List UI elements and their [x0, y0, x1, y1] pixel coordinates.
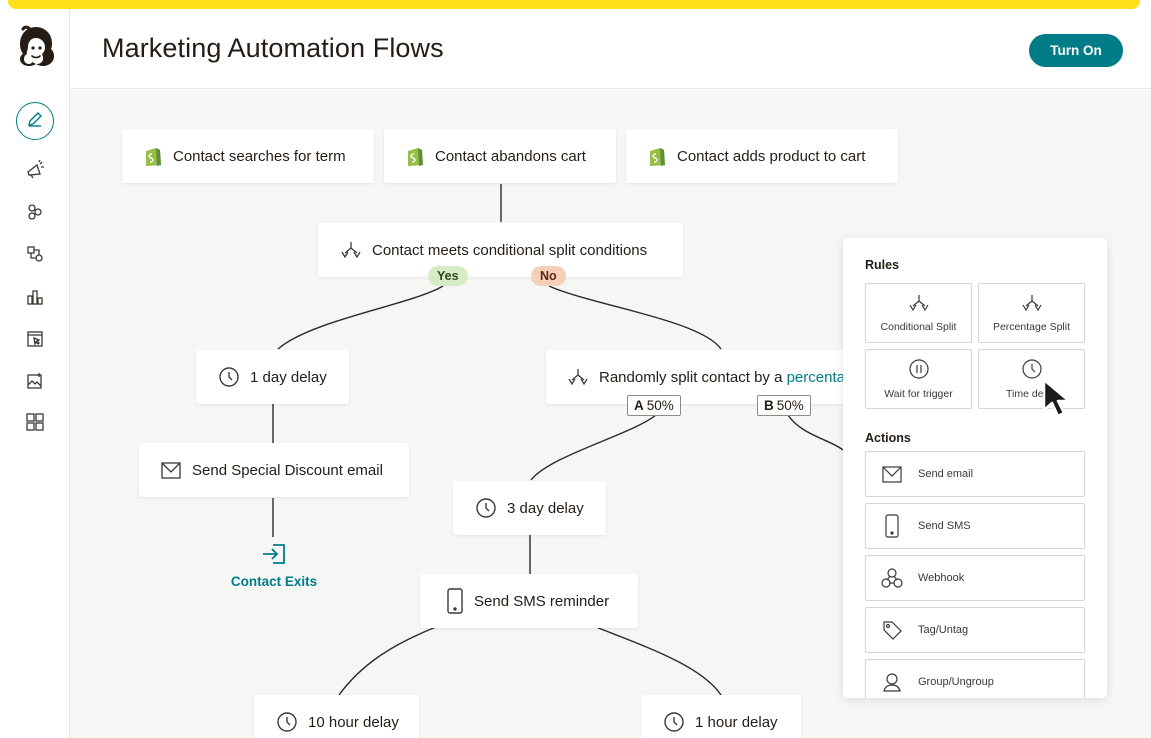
action-label: Group/Ungroup	[918, 676, 994, 688]
trigger-label: Contact abandons cart	[435, 147, 586, 165]
connector-sms-to-1hour	[595, 626, 722, 696]
website-icon	[25, 329, 45, 354]
sidebar-item-analytics[interactable]	[22, 286, 48, 312]
mailchimp-logo-icon[interactable]	[14, 23, 58, 71]
split-icon	[908, 293, 930, 321]
sidebar	[0, 9, 70, 738]
page-title: Marketing Automation Flows	[102, 33, 444, 63]
branch-b-tag: B 50%	[757, 395, 811, 416]
action-label: Send email	[918, 468, 974, 480]
trigger-node-abandon[interactable]: Contact abandons cart	[384, 129, 616, 183]
rule-conditional-split[interactable]: Conditional Split	[865, 283, 972, 343]
shopify-icon	[405, 145, 425, 167]
delay-node-1-hour[interactable]: 1 hour delay	[641, 695, 801, 738]
trigger-node-search[interactable]: Contact searches for term	[122, 129, 374, 183]
send-email-node[interactable]: Send Special Discount email	[139, 443, 409, 497]
rule-label: Wait for trigger	[884, 388, 953, 400]
clock-icon	[276, 711, 298, 733]
rule-label: Conditional Split	[880, 321, 957, 333]
shopify-icon	[143, 145, 163, 167]
rules-panel: Rules Conditional Split Percentage Split…	[843, 238, 1107, 698]
action-tag-untag[interactable]: Tag/Untag	[865, 607, 1085, 653]
action-label: Send SMS	[918, 520, 971, 532]
send-sms-node[interactable]: Send SMS reminder	[420, 574, 638, 628]
delay-node-1-day[interactable]: 1 day delay	[196, 350, 349, 404]
mail-icon	[866, 464, 918, 484]
turn-on-button[interactable]: Turn On	[1029, 34, 1123, 67]
mouse-cursor-icon	[1040, 376, 1074, 425]
sidebar-item-campaigns[interactable]	[22, 159, 48, 185]
rule-label: Percentage Split	[992, 321, 1071, 333]
sidebar-item-audience[interactable]	[22, 201, 48, 227]
exit-icon	[229, 543, 319, 568]
connector-a-to-3day	[530, 414, 657, 481]
action-label: Webhook	[918, 572, 965, 584]
no-branch-badge: No	[531, 266, 566, 286]
content-icon	[25, 371, 45, 396]
split-icon	[567, 367, 589, 387]
clock-icon	[663, 711, 685, 733]
actions-heading: Actions	[865, 431, 911, 445]
connector-yes-to-1day	[277, 285, 444, 350]
random-split-label: Randomly split contact by a percentage	[599, 369, 846, 386]
delay-node-3-day[interactable]: 3 day delay	[453, 481, 606, 535]
yes-branch-badge: Yes	[428, 266, 468, 286]
mail-icon	[160, 460, 182, 480]
action-send-email[interactable]: Send email	[865, 451, 1085, 497]
pause-icon	[908, 358, 930, 388]
split-label: Contact meets conditional split conditio…	[372, 241, 648, 259]
split-icon	[1021, 293, 1043, 321]
rules-heading: Rules	[865, 258, 900, 272]
split-icon	[340, 240, 362, 260]
sidebar-item-integrations[interactable]	[22, 411, 48, 437]
email-label: Send Special Discount email	[192, 461, 383, 479]
branch-a-tag: A 50%	[627, 395, 681, 416]
automations-icon	[25, 244, 45, 269]
delay-node-10-hour[interactable]: 10 hour delay	[254, 695, 419, 738]
webhook-icon	[866, 567, 918, 589]
app-frame: Marketing Automation Flows Turn On Conta…	[0, 0, 1151, 738]
conditional-split-node[interactable]: Contact meets conditional split conditio…	[318, 223, 683, 277]
delay-label: 3 day delay	[507, 499, 584, 517]
sms-label: Send SMS reminder	[474, 592, 610, 610]
delay-label: 1 hour delay	[695, 713, 778, 731]
group-icon	[866, 671, 918, 693]
clock-icon	[475, 497, 497, 519]
trigger-label: Contact searches for term	[173, 147, 346, 165]
audience-icon	[25, 202, 45, 227]
connector-b-to-right	[787, 414, 844, 451]
rule-wait-for-trigger[interactable]: Wait for trigger	[865, 349, 972, 409]
percentage-link[interactable]: percentage	[787, 369, 846, 386]
delay-label: 1 day delay	[250, 368, 327, 386]
integrations-icon	[25, 412, 45, 437]
sidebar-item-website[interactable]	[22, 328, 48, 354]
analytics-icon	[25, 287, 45, 312]
action-webhook[interactable]: Webhook	[865, 555, 1085, 601]
rule-percentage-split[interactable]: Percentage Split	[978, 283, 1085, 343]
action-group-ungroup[interactable]: Group/Ungroup	[865, 659, 1085, 698]
page-header: Marketing Automation Flows Turn On	[71, 9, 1151, 89]
action-label: Tag/Untag	[918, 624, 969, 636]
trigger-node-add-product[interactable]: Contact adds product to cart	[626, 129, 898, 183]
pencil-icon	[26, 110, 44, 133]
shopify-icon	[647, 145, 667, 167]
action-send-sms[interactable]: Send SMS	[865, 503, 1085, 549]
connector-sms-to-10hour	[338, 626, 437, 696]
clock-icon	[218, 366, 240, 388]
exit-label: Contact Exits	[230, 574, 318, 589]
delay-label: 10 hour delay	[308, 713, 399, 731]
phone-icon	[446, 588, 464, 614]
sidebar-item-content[interactable]	[22, 370, 48, 396]
top-accent-bar	[8, 0, 1140, 9]
connector-no-to-random	[548, 285, 722, 350]
megaphone-icon	[25, 159, 45, 185]
contact-exits: Contact Exits	[229, 543, 319, 589]
phone-icon	[866, 514, 918, 538]
tag-icon	[866, 619, 918, 641]
sidebar-item-automations[interactable]	[22, 243, 48, 269]
trigger-label: Contact adds product to cart	[677, 147, 866, 165]
sidebar-item-create[interactable]	[16, 102, 54, 140]
